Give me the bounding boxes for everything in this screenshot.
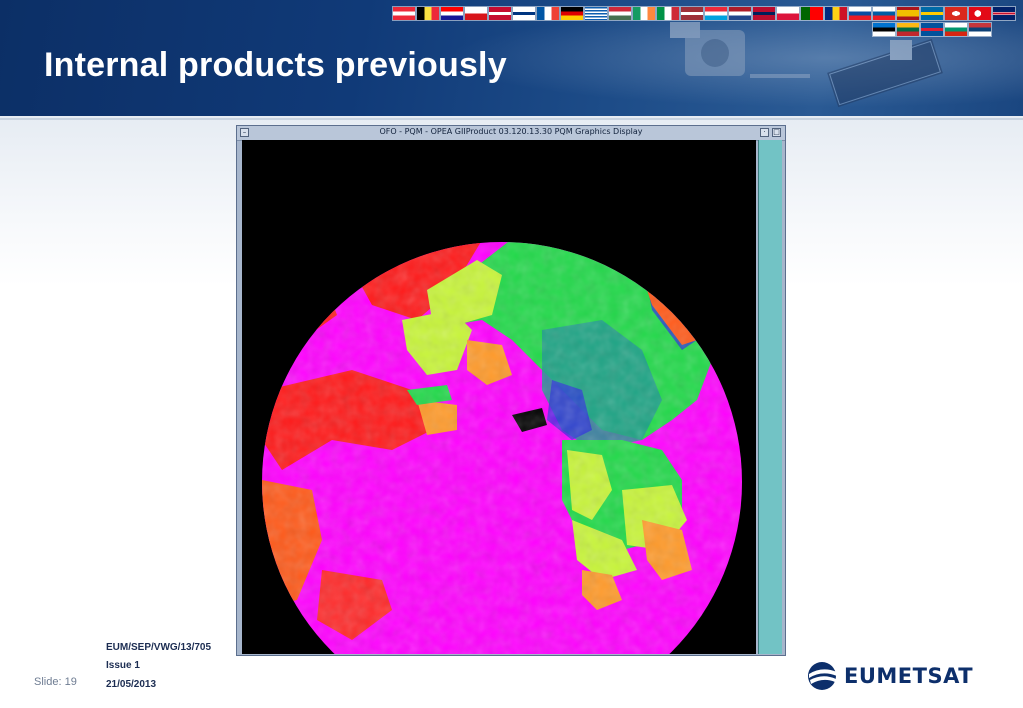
minimize-button[interactable]: · (760, 128, 769, 137)
document-date: 21/05/2013 (106, 679, 157, 690)
lithuania-flag (897, 23, 919, 36)
croatia-flag (441, 7, 463, 20)
slovenia-flag (873, 7, 895, 20)
france-flag (537, 7, 559, 20)
united-kingdom-flag (993, 7, 1015, 20)
latvia-flag (681, 7, 703, 20)
slide-number: Slide: 19 (34, 676, 77, 688)
ireland-flag (633, 7, 655, 20)
image-canvas[interactable] (242, 140, 756, 654)
graphics-display-window[interactable]: – OFO - PQM - OPEA GIIProduct 03.120.13.… (236, 125, 786, 656)
eumetsat-logo: EUMETSAT (806, 660, 996, 692)
window-titlebar[interactable]: – OFO - PQM - OPEA GIIProduct 03.120.13.… (237, 126, 785, 141)
norway-flag (753, 7, 775, 20)
germany-flag (561, 7, 583, 20)
window-title: OFO - PQM - OPEA GIIProduct 03.120.13.30… (379, 127, 643, 136)
turkey-flag (969, 7, 991, 20)
greece-flag (585, 7, 607, 20)
divider (0, 118, 1023, 120)
estonia-flag (873, 23, 895, 36)
document-issue: Issue 1 (106, 660, 140, 671)
document-reference: EUM/SEP/VWG/13/705 (106, 642, 212, 653)
header-banner: Internal products previously (0, 0, 1023, 116)
hungary-flag (609, 7, 631, 20)
serbia-flag (969, 23, 991, 36)
netherlands-flag (729, 7, 751, 20)
switzerland-flag (945, 7, 967, 20)
portugal-flag (801, 7, 823, 20)
slide-number-value: 19 (64, 676, 77, 688)
finland-flag (513, 7, 535, 20)
austria-flag (393, 7, 415, 20)
logo-text: EUMETSAT (844, 664, 974, 688)
maximize-button[interactable]: □ (772, 128, 781, 137)
bulgaria-flag (945, 23, 967, 36)
vertical-scrollbar[interactable] (758, 140, 782, 654)
earth-disk-product-image (262, 242, 742, 654)
slovakia-flag (849, 7, 871, 20)
iceland-flag (921, 23, 943, 36)
denmark-flag (489, 7, 511, 20)
eumetsat-globe-icon (808, 662, 837, 690)
spain-flag (897, 7, 919, 20)
luxembourg-flag (705, 7, 727, 20)
czech-flag (465, 7, 487, 20)
slide-number-prefix: Slide: (34, 676, 62, 688)
italy-flag (657, 7, 679, 20)
sweden-flag (921, 7, 943, 20)
belgium-flag (417, 7, 439, 20)
romania-flag (825, 7, 847, 20)
poland-flag (777, 7, 799, 20)
slide-title: Internal products previously (44, 46, 507, 84)
